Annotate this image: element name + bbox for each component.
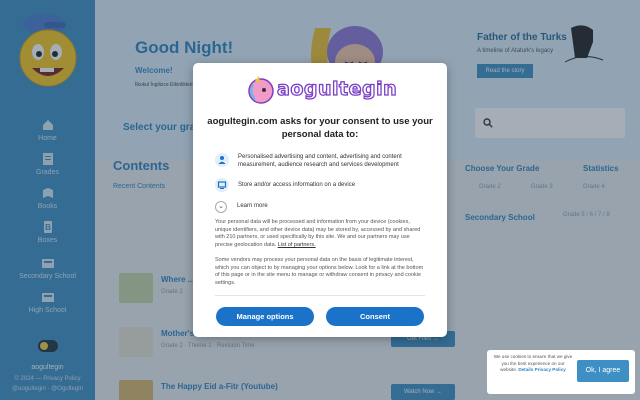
- device-icon: [215, 178, 229, 192]
- cookie-text: We use cookies to ensure that we give yo…: [493, 354, 573, 374]
- consent-button[interactable]: Consent: [326, 307, 424, 326]
- learn-more-label: Learn more: [237, 203, 268, 209]
- consent-description-text: Your personal data will be processed and…: [215, 219, 421, 249]
- consent-legitimate-interest-text: Some vendors may process your personal d…: [215, 257, 424, 287]
- purpose-text: Store and/or access information on a dev…: [238, 182, 356, 188]
- consent-dialog: aogultegin aogultegin.com asks for your …: [193, 63, 447, 337]
- chevron-down-icon: ⌄: [215, 201, 227, 213]
- unicorn-logo-icon: [248, 76, 274, 104]
- cookie-accept-button[interactable]: Ok, I agree: [577, 360, 629, 382]
- consent-description: Your personal data will be processed and…: [215, 219, 427, 250]
- manage-options-button[interactable]: Manage options: [216, 307, 314, 326]
- cookie-notice: We use cookies to ensure that we give yo…: [487, 350, 635, 394]
- purpose-text: Personalised advertising and content, ad…: [238, 154, 402, 168]
- site-logo: aogultegin: [247, 75, 397, 107]
- divider: [215, 295, 425, 296]
- privacy-policy-link[interactable]: Details Privacy Policy: [518, 367, 566, 372]
- logo-wordmark: aogultegin: [276, 77, 398, 100]
- person-icon: [215, 153, 229, 167]
- list-of-partners-link[interactable]: List of partners.: [278, 242, 316, 248]
- consent-heading: aogultegin.com asks for your consent to …: [207, 116, 433, 140]
